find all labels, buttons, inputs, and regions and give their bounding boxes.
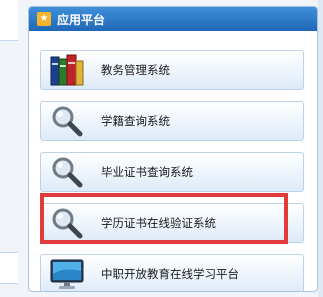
highlight-box	[40, 193, 288, 244]
app-item-online-learning-platform[interactable]: 中职开放教育在线学习平台	[40, 254, 304, 291]
magnifier-icon	[43, 102, 91, 140]
app-item-academic-management[interactable]: 教务管理系统	[40, 50, 304, 90]
app-item-label: 中职开放教育在线学习平台	[101, 267, 239, 281]
left-panel-fragment	[0, 0, 18, 41]
app-item-label: 学籍查询系统	[101, 114, 170, 128]
panel-header: ★ 应用平台	[29, 7, 317, 31]
monitor-icon	[43, 255, 91, 291]
books-icon	[43, 51, 91, 89]
panel-title: 应用平台	[57, 12, 106, 27]
left-panel-bottom-fragment	[0, 252, 18, 284]
app-platform-panel: ★ 应用平台 教务管理系统 学籍查询系统 毕业证书查询系统 学历证书在线验证系统…	[28, 6, 318, 292]
app-item-label: 教务管理系统	[101, 63, 170, 77]
star-icon: ★	[37, 12, 51, 26]
app-item-student-status-query[interactable]: 学籍查询系统	[40, 101, 304, 141]
right-frame-edge	[318, 0, 323, 297]
app-item-label: 毕业证书查询系统	[101, 165, 193, 179]
magnifier-icon	[43, 153, 91, 191]
app-item-diploma-query[interactable]: 毕业证书查询系统	[40, 152, 304, 192]
